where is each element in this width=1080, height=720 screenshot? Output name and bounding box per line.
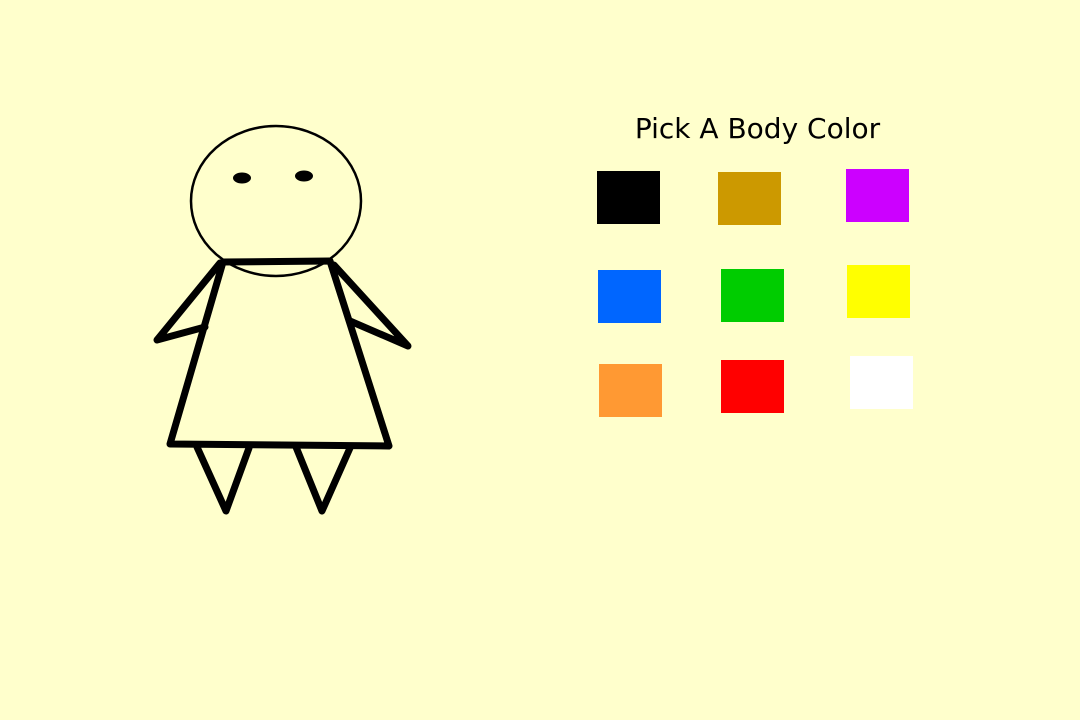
stick-figure-character (153, 124, 412, 515)
swatch-black[interactable] (597, 171, 660, 224)
swatch-purple[interactable] (846, 169, 909, 222)
swatch-brown[interactable] (718, 172, 781, 225)
character-left-leg (193, 443, 253, 515)
game-canvas: Pick A Body Color (0, 0, 1080, 720)
swatch-white[interactable] (850, 356, 913, 409)
swatch-blue[interactable] (598, 270, 661, 323)
character-left-eye (233, 172, 251, 184)
swatch-orange[interactable] (599, 364, 662, 417)
color-picker-title: Pick A Body Color (634, 112, 881, 145)
character-right-eye (295, 170, 313, 182)
swatch-green[interactable] (721, 269, 784, 322)
character-right-leg (292, 443, 354, 515)
character-head (189, 124, 363, 278)
swatch-yellow[interactable] (847, 265, 910, 318)
swatch-red[interactable] (721, 360, 784, 413)
